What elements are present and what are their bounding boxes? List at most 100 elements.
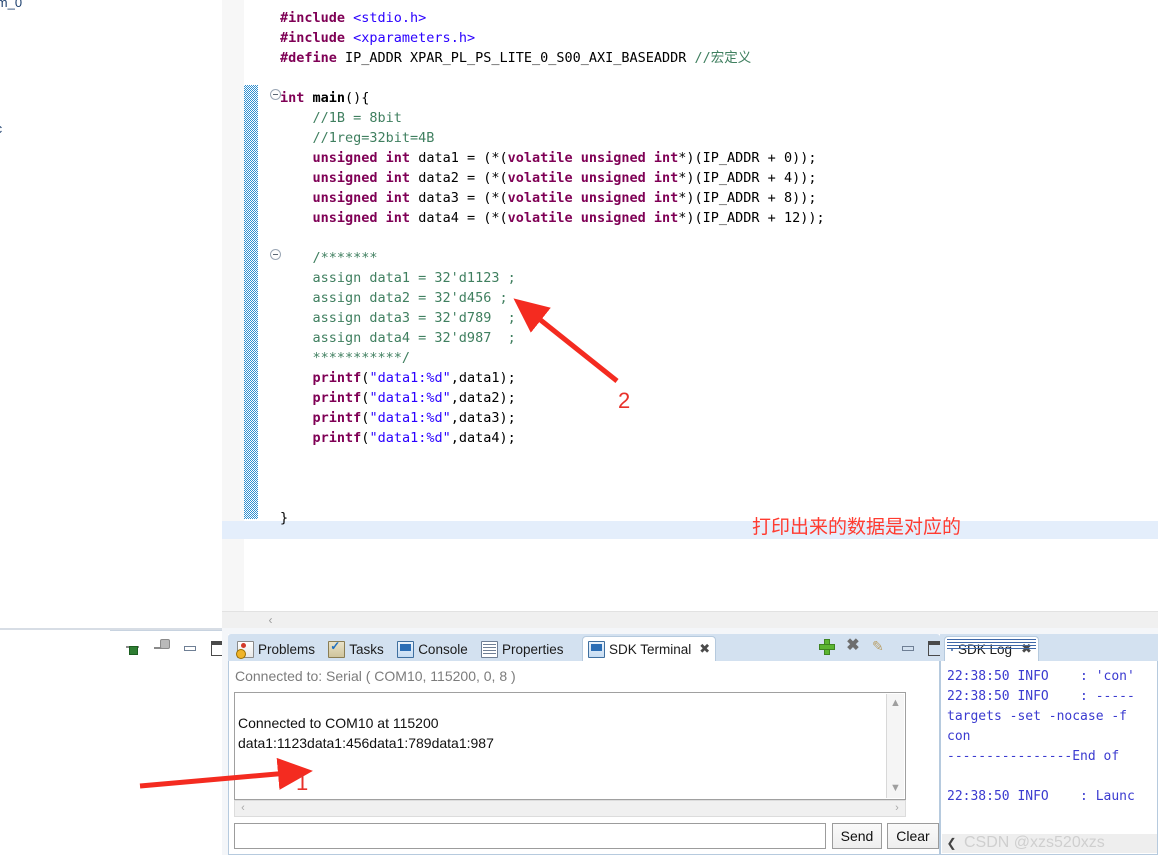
terminal-icon [588, 641, 605, 658]
scroll-left-icon[interactable]: ❮ [944, 835, 959, 851]
plus-icon[interactable] [818, 638, 835, 655]
project-explorer-panel[interactable]: tform_0 .c [0, 0, 223, 630]
link-icon[interactable] [126, 638, 142, 655]
code-line: //1B = 8bit [280, 110, 402, 126]
toolbar-separator [110, 630, 222, 631]
annotation-text-cjk: 打印出来的数据是对应的 [752, 516, 962, 538]
scroll-left-icon[interactable]: ‹ [235, 801, 251, 816]
sdk-log-content[interactable]: 22:38:50 INFO : 'con' 22:38:50 INFO : ---… [940, 661, 1158, 855]
view-toolbar: ✖ ✎ [818, 638, 942, 656]
minimize-icon[interactable] [899, 638, 915, 654]
code-line: } [280, 510, 289, 526]
code-line: ***********/ [280, 350, 411, 366]
code-line: printf("data1:%d",data1); [312, 370, 516, 386]
x-icon[interactable]: ✖ [845, 638, 861, 654]
editor-folding-column[interactable] [244, 0, 281, 611]
collapse-icon[interactable] [154, 638, 170, 654]
sdk-log-line: 22:38:50 INFO : Launc [947, 789, 1135, 804]
editor-horizontal-scrollbar[interactable]: ‹ [222, 611, 1158, 628]
code-editor[interactable]: #include <stdio.h> #include <xparameters.… [222, 0, 1158, 628]
sdk-log-line: 22:38:50 INFO : 'con' [947, 669, 1135, 684]
code-line: unsigned int data1 = (*(volatile unsigne… [312, 150, 817, 166]
current-line-highlight-gutter [222, 521, 266, 539]
code-line: #include <xparameters.h> [280, 30, 476, 46]
tab-label: Properties [502, 641, 564, 657]
terminal-output[interactable]: Connected to COM10 at 115200 data1:1123da… [234, 692, 906, 800]
tab-problems[interactable]: Problems [232, 637, 320, 661]
sdk-terminal-view[interactable]: Connected to: Serial ( COM10, 115200, 0,… [228, 661, 940, 855]
sdk-log-line: con [947, 729, 971, 744]
tab-label: Console [418, 641, 468, 657]
clipped-tree-item-platform[interactable]: tform_0 [0, 0, 22, 10]
code-line: printf("data1:%d",data3); [312, 410, 516, 426]
clipped-tree-item-source[interactable]: .c [0, 121, 2, 136]
tab-label: Problems [258, 641, 316, 657]
tasks-icon [328, 639, 346, 658]
terminal-vertical-scrollbar[interactable]: ▲ ▼ [886, 694, 904, 798]
tab-console[interactable]: Console [392, 637, 473, 661]
sdk-log-line [941, 767, 1157, 787]
tab-label: SDK Log [958, 642, 1013, 657]
clear-button[interactable]: Clear [887, 823, 939, 849]
code-line: #define IP_ADDR XPAR_PL_PS_LITE_0_S00_AX… [280, 50, 752, 66]
code-line: printf("data1:%d",data2); [312, 390, 516, 406]
scroll-right-icon[interactable]: › [889, 801, 905, 816]
sdk-log-line: 22:38:50 INFO : ----- [947, 689, 1135, 704]
code-line: unsigned int data4 = (*(volatile unsigne… [312, 210, 825, 226]
scroll-down-icon[interactable]: ▼ [887, 780, 904, 797]
sdk-log-line: ----------------End of [947, 749, 1120, 764]
editor-line-number-gutter [222, 0, 245, 611]
editor-text-content[interactable]: #include <stdio.h> #include <xparameters.… [266, 0, 1158, 611]
code-line: //1reg=32bit=4B [280, 130, 435, 146]
terminal-tab-folder: Problems Tasks Console Properties SDK Termin… [228, 634, 942, 855]
scroll-left-icon[interactable]: ‹ [264, 614, 277, 627]
tab-label: Tasks [349, 641, 384, 657]
tab-sdk-log[interactable]: SDK Log ✖ [944, 636, 1039, 662]
editor-change-bar [244, 85, 258, 519]
scroll-up-icon[interactable]: ▲ [887, 695, 904, 712]
code-line: unsigned int data2 = (*(volatile unsigne… [312, 170, 817, 186]
code-line: assign data4 = 32'd987 ; [280, 330, 516, 346]
sdk-log-horizontal-scrollbar[interactable]: ❮ CSDN @xzs520xzs [942, 834, 1157, 853]
console-icon [397, 640, 415, 658]
terminal-input-row: Send Clear [234, 823, 939, 849]
sdk-log-view: SDK Log ✖ 22:38:50 INFO : 'con' 22:38:50 … [940, 634, 1158, 855]
properties-icon [481, 640, 498, 658]
code-line: int main(){ [280, 90, 370, 106]
left-bottom-panel [0, 630, 223, 855]
bottom-view-area: Problems Tasks Console Properties SDK Termin… [222, 628, 1158, 855]
sdklog-icon [951, 648, 953, 651]
terminal-horizontal-scrollbar[interactable]: ‹ › [234, 800, 906, 817]
tab-tasks[interactable]: Tasks [323, 637, 389, 661]
code-line: #include <stdio.h> [280, 10, 427, 26]
code-line: assign data1 = 32'd1123 ; [280, 270, 516, 286]
send-button[interactable]: Send [832, 823, 882, 849]
left-panel-toolbar [126, 638, 226, 656]
application-window: tform_0 .c #include <stdio.h> #include <x… [0, 0, 1158, 855]
watermark-text: CSDN @xzs520xzs [964, 834, 1105, 851]
sdk-log-line: targets -set -nocase -f [947, 709, 1128, 724]
terminal-connection-status: Connected to: Serial ( COM10, 115200, 0,… [235, 668, 516, 684]
minimize-icon[interactable] [182, 638, 198, 654]
pencil-icon[interactable]: ✎ [872, 638, 888, 654]
code-line: unsigned int data3 = (*(volatile unsigne… [312, 190, 817, 206]
close-icon[interactable]: ✖ [1021, 642, 1032, 657]
close-icon[interactable]: ✖ [699, 642, 710, 657]
terminal-input-field[interactable] [234, 823, 826, 849]
tab-properties[interactable]: Properties [476, 637, 569, 661]
code-line: printf("data1:%d",data4); [312, 430, 516, 446]
terminal-output-line: Connected to COM10 at 115200 [238, 715, 439, 731]
code-line: assign data3 = 32'd789 ; [280, 310, 516, 326]
annotation-label-1: 1 [296, 770, 309, 795]
tab-label: SDK Terminal [609, 642, 692, 657]
code-line: assign data2 = 32'd456 ; [280, 290, 508, 306]
tab-sdk-terminal[interactable]: SDK Terminal ✖ [582, 636, 717, 662]
